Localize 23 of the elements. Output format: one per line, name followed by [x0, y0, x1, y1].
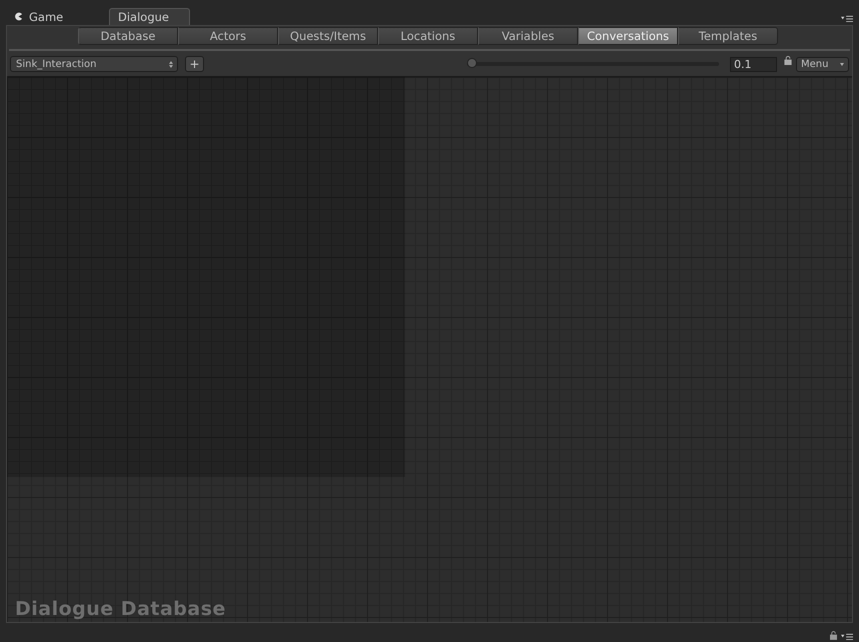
window-tab[interactable]: Dialogue: [109, 8, 190, 25]
menu-icon[interactable]: [841, 633, 853, 640]
add-button[interactable]: +: [185, 56, 204, 72]
section-tab[interactable]: Quests/Items: [278, 27, 378, 45]
updown-arrows-icon: [169, 60, 173, 68]
section-tab[interactable]: Variables: [478, 27, 578, 45]
section-tab[interactable]: Actors: [178, 27, 278, 45]
menu-icon[interactable]: [841, 15, 853, 22]
section-tab[interactable]: Templates: [678, 27, 778, 45]
section-tab[interactable]: Conversations: [578, 27, 678, 45]
slider-thumb[interactable]: [467, 58, 477, 68]
zoom-field[interactable]: 0.1: [730, 56, 777, 72]
caret-icon: [840, 62, 844, 66]
lock-icon[interactable]: [830, 631, 837, 640]
conversation-dropdown[interactable]: Sink_Interaction: [10, 56, 178, 72]
menu-button[interactable]: Menu: [796, 56, 849, 72]
section-tab[interactable]: Locations: [378, 27, 478, 45]
pacman-icon: [14, 12, 23, 21]
section-tab[interactable]: Database: [78, 27, 178, 45]
canvas-title: Dialogue Database: [15, 598, 226, 620]
window-tab[interactable]: Game: [6, 8, 87, 25]
lock-icon[interactable]: [784, 56, 792, 64]
node-canvas[interactable]: Dialogue Database: [7, 76, 852, 622]
